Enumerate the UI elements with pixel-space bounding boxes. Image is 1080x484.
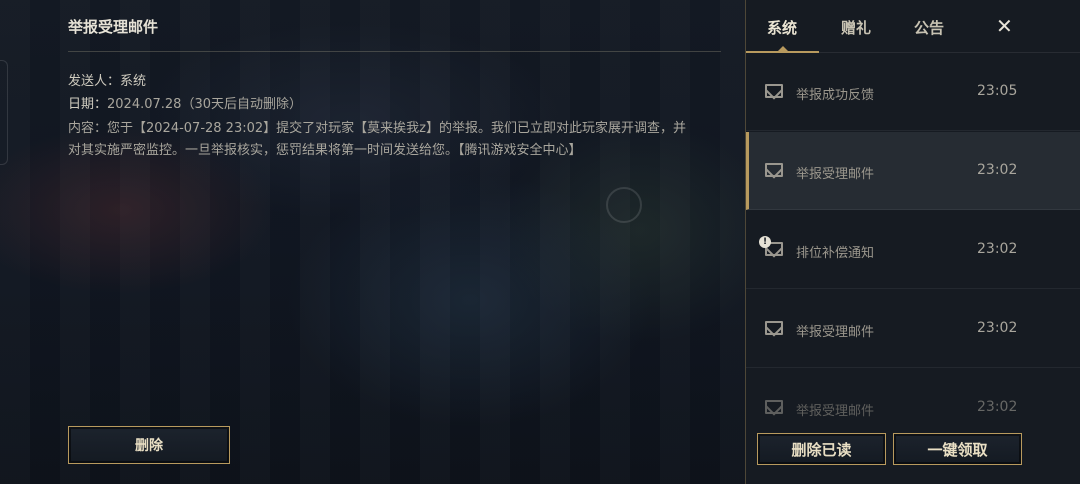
sender-value: 系统 [120, 74, 147, 89]
mail-item[interactable]: ! 排位补偿通知 23:02 [746, 211, 1080, 289]
delete-button[interactable]: 删除 [68, 426, 230, 464]
mail-item-selected[interactable]: 举报受理邮件 23:02 [746, 132, 1080, 210]
mail-item-time: 23:02 [977, 241, 1018, 257]
mail-date: 日期：2024.07.28（30天后自动删除） [68, 93, 302, 112]
retention-note: （30天后自动删除） [181, 97, 302, 112]
mail-item-subject: 排位补偿通知 [796, 246, 875, 261]
tab-system[interactable]: 系统 [767, 17, 797, 38]
envelope-icon [765, 163, 783, 177]
tab-announcements[interactable]: 公告 [914, 17, 944, 38]
envelope-icon [765, 400, 783, 414]
delete-read-button[interactable]: 删除已读 [757, 433, 886, 465]
mail-panel: 系统 赠礼 公告 ✕ 举报成功反馈 23:05 举报受理邮件 23:02 ! 排… [745, 0, 1080, 484]
mail-item-subject: 举报受理邮件 [796, 167, 875, 182]
mail-list[interactable]: 举报成功反馈 23:05 举报受理邮件 23:02 ! 排位补偿通知 23:02… [746, 53, 1080, 423]
mail-item-time: 23:02 [977, 162, 1018, 178]
mail-item-subject: 举报受理邮件 [796, 404, 875, 419]
date-value: 2024.07.28 [107, 97, 182, 112]
mail-item[interactable]: 举报成功反馈 23:05 [746, 53, 1080, 131]
mail-tabs: 系统 赠礼 公告 ✕ [746, 0, 1080, 53]
date-label: 日期： [68, 97, 108, 112]
side-handle[interactable] [0, 60, 8, 165]
mail-item-subject: 举报受理邮件 [796, 325, 875, 340]
mail-item-time: 23:02 [977, 320, 1018, 336]
mail-item-time: 23:02 [977, 399, 1018, 415]
title-divider [68, 51, 721, 52]
envelope-icon [765, 321, 783, 335]
mail-item[interactable]: 举报受理邮件 23:02 [746, 369, 1080, 423]
close-icon[interactable]: ✕ [996, 14, 1013, 38]
mail-item-subject: 举报成功反馈 [796, 88, 875, 103]
sender-label: 发送人： [68, 74, 121, 89]
mail-item[interactable]: 举报受理邮件 23:02 [746, 290, 1080, 368]
tab-gifts[interactable]: 赠礼 [841, 17, 871, 38]
mail-title: 举报受理邮件 [68, 18, 159, 36]
mail-item-time: 23:05 [977, 83, 1018, 99]
active-tab-caret-icon [778, 46, 788, 51]
claim-all-button[interactable]: 一键领取 [893, 433, 1022, 465]
mail-detail: 举报受理邮件 发送人：系统 日期：2024.07.28（30天后自动删除） 内容… [68, 0, 723, 484]
mail-sender: 发送人：系统 [68, 70, 146, 89]
envelope-icon [765, 84, 783, 98]
mail-content: 内容：您于【2024-07-28 23:02】提交了对玩家【莫来挨我z】的举报。… [68, 121, 686, 158]
alert-icon: ! [759, 236, 771, 248]
